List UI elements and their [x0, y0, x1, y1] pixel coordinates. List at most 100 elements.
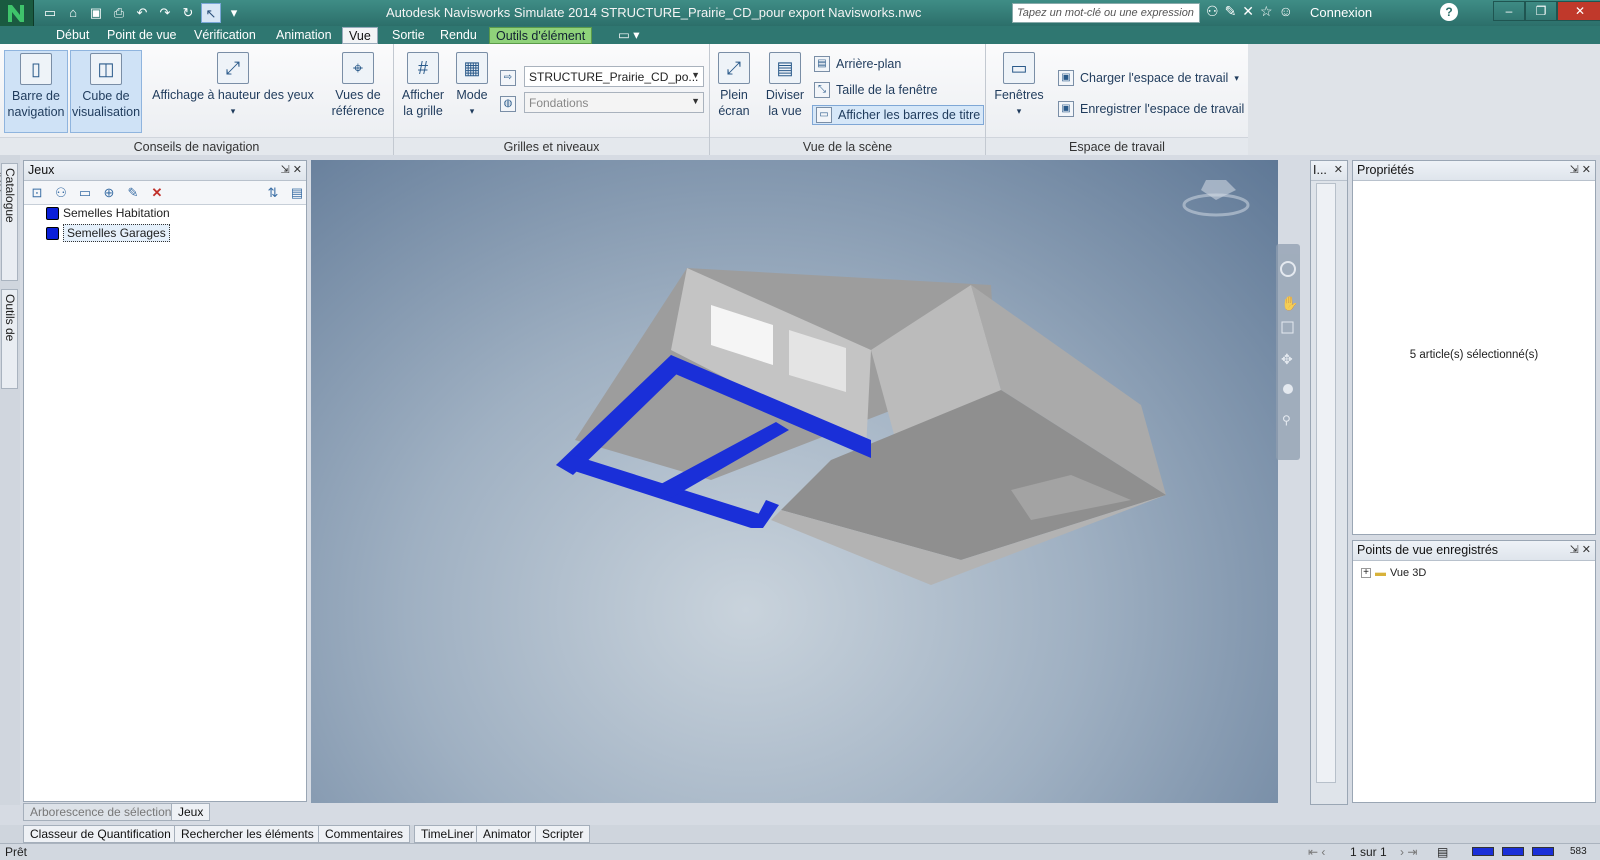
load-workspace-icon: ▣ [1058, 70, 1074, 86]
look-icon[interactable] [1283, 384, 1293, 394]
new-folder-icon[interactable]: ▭ [76, 185, 94, 201]
steering-wheel-icon[interactable] [1280, 261, 1296, 277]
duplicate-icon[interactable]: ⊕ [100, 185, 118, 201]
help-icon[interactable]: ? [1440, 3, 1458, 21]
redo-icon[interactable]: ↷ [155, 3, 175, 23]
pan-icon[interactable]: ✋ [1281, 295, 1298, 311]
viewpoint-vue-3d[interactable]: + ▬ Vue 3D [1361, 567, 1426, 579]
tab-timeliner[interactable]: TimeLiner [414, 825, 481, 843]
delete-icon[interactable]: ✕ [148, 185, 166, 201]
expand-icon[interactable]: + [1361, 568, 1371, 578]
windows-button[interactable]: ▭ Fenêtres ▾ [990, 50, 1048, 119]
status-bar: Prêt ⇤ ‹ 1 sur 1 › ⇥ ▤ 583 [0, 843, 1600, 860]
star-icon[interactable]: ☆ [1260, 3, 1273, 20]
pane-controls[interactable]: ⇲ ✕ [1570, 161, 1592, 180]
maximize-icon[interactable]: ❐ [1525, 1, 1557, 21]
tab-arborescence-selection[interactable]: Arborescence de sélection [23, 803, 179, 821]
wrench-icon[interactable]: ✎ [1225, 3, 1237, 20]
level-select[interactable]: Fondations ▼ [524, 92, 704, 113]
orbit-icon[interactable]: ✥ [1281, 351, 1293, 367]
grid-model-select[interactable]: STRUCTURE_Prairie_CD_po... ▼ [524, 66, 704, 87]
tree-item-semelles-garages[interactable]: Semelles Garages [46, 224, 170, 242]
binoculars-icon[interactable]: ⚇ [1206, 3, 1219, 20]
tree-item-semelles-habitation[interactable]: Semelles Habitation [46, 206, 170, 220]
load-workspace-button[interactable]: ▣ Charger l'espace de travail ▾ [1058, 68, 1239, 88]
tab-point-de-vue[interactable]: Point de vue [101, 27, 183, 44]
qat-dropdown-icon[interactable]: ▾ [224, 3, 244, 23]
close-window-icon[interactable]: ✕ [1557, 1, 1600, 21]
tab-outils-element[interactable]: Outils d'élément [489, 27, 593, 44]
panel-title-navigation: Conseils de navigation [0, 137, 393, 155]
save-workspace-button[interactable]: ▣ Enregistrer l'espace de travail [1058, 99, 1244, 119]
tab-jeux[interactable]: Jeux [171, 803, 211, 821]
window-size-button[interactable]: ⤡ Taille de la fenêtre [814, 80, 937, 100]
select-cursor-icon[interactable]: ↖ [201, 3, 221, 23]
tab-sortie[interactable]: Sortie [386, 27, 431, 44]
tab-verification[interactable]: Vérification [188, 27, 262, 44]
tab-commentaires[interactable]: Commentaires [318, 825, 411, 843]
tab-animation[interactable]: Animation [270, 27, 338, 44]
tab-outils-mesure[interactable]: Outils de mesure [0, 289, 18, 389]
sort-icon[interactable]: ⇅ [264, 185, 282, 201]
new-file-icon[interactable]: ▭ [40, 3, 60, 23]
zoom-window-icon[interactable] [1281, 321, 1294, 334]
tab-rechercher-elements[interactable]: Rechercher les éléments [174, 825, 321, 843]
fullscreen-icon: ⤢ [718, 52, 750, 84]
show-grid-button[interactable]: # Afficher la grille [398, 50, 448, 119]
tab-scripter[interactable]: Scripter [535, 825, 591, 843]
saved-viewpoints-pane: Points de vue enregistrés ⇲ ✕ + ▬ Vue 3D [1352, 540, 1596, 803]
title-tools: ⚇ ✎ ✕ ☆ ☺ [1206, 3, 1293, 20]
hud-button[interactable]: ⤢ Affichage à hauteur des yeux ▾ [150, 50, 316, 119]
tab-rendu[interactable]: Rendu [434, 27, 483, 44]
windows-icon: ▭ [1003, 52, 1035, 84]
first-page-icon[interactable]: ⇤ ‹ [1308, 844, 1325, 860]
ribbon-options-icon[interactable]: ▭ ▾ [612, 27, 646, 44]
tab-animator[interactable]: Animator [476, 825, 539, 843]
pane-controls[interactable]: ⇲ ✕ [1570, 541, 1592, 560]
undo-icon[interactable]: ↶ [132, 3, 152, 23]
sign-in-button[interactable]: Connexion [1310, 5, 1372, 20]
vertical-slider[interactable] [1316, 183, 1336, 783]
user-icon[interactable]: ☺ [1279, 3, 1293, 20]
memory-value: 583 [1570, 846, 1587, 857]
import-export-icon[interactable]: ▤ [288, 185, 306, 201]
background-button[interactable]: ▤ Arrière-plan [814, 54, 901, 74]
satellite-icon[interactable]: ✕ [1242, 3, 1254, 20]
view-cube-button[interactable]: ◫ Cube de visualisation [70, 50, 142, 133]
tab-debut[interactable]: Début [50, 27, 95, 44]
reference-views-button[interactable]: ⌖ Vues de référence [326, 50, 390, 119]
tab-catalogue-elements[interactable]: Catalogue d'éléments [0, 163, 18, 281]
print-icon[interactable]: ⎙ [109, 3, 129, 23]
add-comment-icon[interactable]: ✎ [124, 185, 142, 201]
panel-navigation: ▯ Barre de navigation ◫ Cube de visualis… [0, 44, 394, 155]
properties-pane: Propriétés ⇲ ✕ 5 article(s) sélectionné(… [1352, 160, 1596, 535]
refresh-icon[interactable]: ↻ [178, 3, 198, 23]
properties-header: Propriétés ⇲ ✕ [1353, 161, 1595, 181]
tab-vue[interactable]: Vue [342, 27, 378, 44]
pane-controls[interactable]: ⇲ ✕ [281, 161, 303, 180]
close-thin-pane-icon[interactable]: ✕ [1334, 161, 1343, 180]
navigation-bar-button[interactable]: ▯ Barre de navigation [4, 50, 68, 133]
quick-access-toolbar: ▭ ⌂ ▣ ⎙ ↶ ↷ ↻ ↖ ▾ [40, 3, 244, 23]
open-file-icon[interactable]: ⌂ [63, 3, 83, 23]
app-menu-button[interactable] [0, 0, 34, 27]
search-input[interactable]: Tapez un mot-clé ou une expression [1012, 3, 1200, 23]
minimize-icon[interactable]: – [1493, 1, 1525, 21]
grid-mode-button[interactable]: ▦ Mode ▾ [452, 50, 492, 119]
save-icon[interactable]: ▣ [86, 3, 106, 23]
3d-viewport[interactable] [311, 160, 1278, 803]
grid-mode-icon: ▦ [456, 52, 488, 84]
title-bars-icon: ▭ [816, 107, 832, 123]
split-view-button[interactable]: ▤ Diviser la vue [760, 50, 810, 119]
sets-pane: Jeux ⇲ ✕ ⊡ ⚇ ▭ ⊕ ✎ ✕ ⇅ ▤ Semelles Habita… [23, 160, 307, 802]
fullscreen-button[interactable]: ⤢ Plein écran [714, 50, 754, 119]
pencil-meter [1472, 847, 1494, 856]
tab-classeur-quantification[interactable]: Classeur de Quantification [23, 825, 178, 843]
walk-icon[interactable]: ⚲ [1282, 413, 1291, 427]
sets-pane-title: Jeux [28, 163, 55, 177]
show-title-bars-button[interactable]: ▭ Afficher les barres de titre [812, 105, 985, 125]
save-search-icon[interactable]: ⚇ [52, 185, 70, 201]
save-selection-icon[interactable]: ⊡ [28, 185, 46, 201]
sheet-browser-icon[interactable]: ▤ [1437, 844, 1448, 860]
next-page-icon[interactable]: › ⇥ [1400, 844, 1417, 860]
